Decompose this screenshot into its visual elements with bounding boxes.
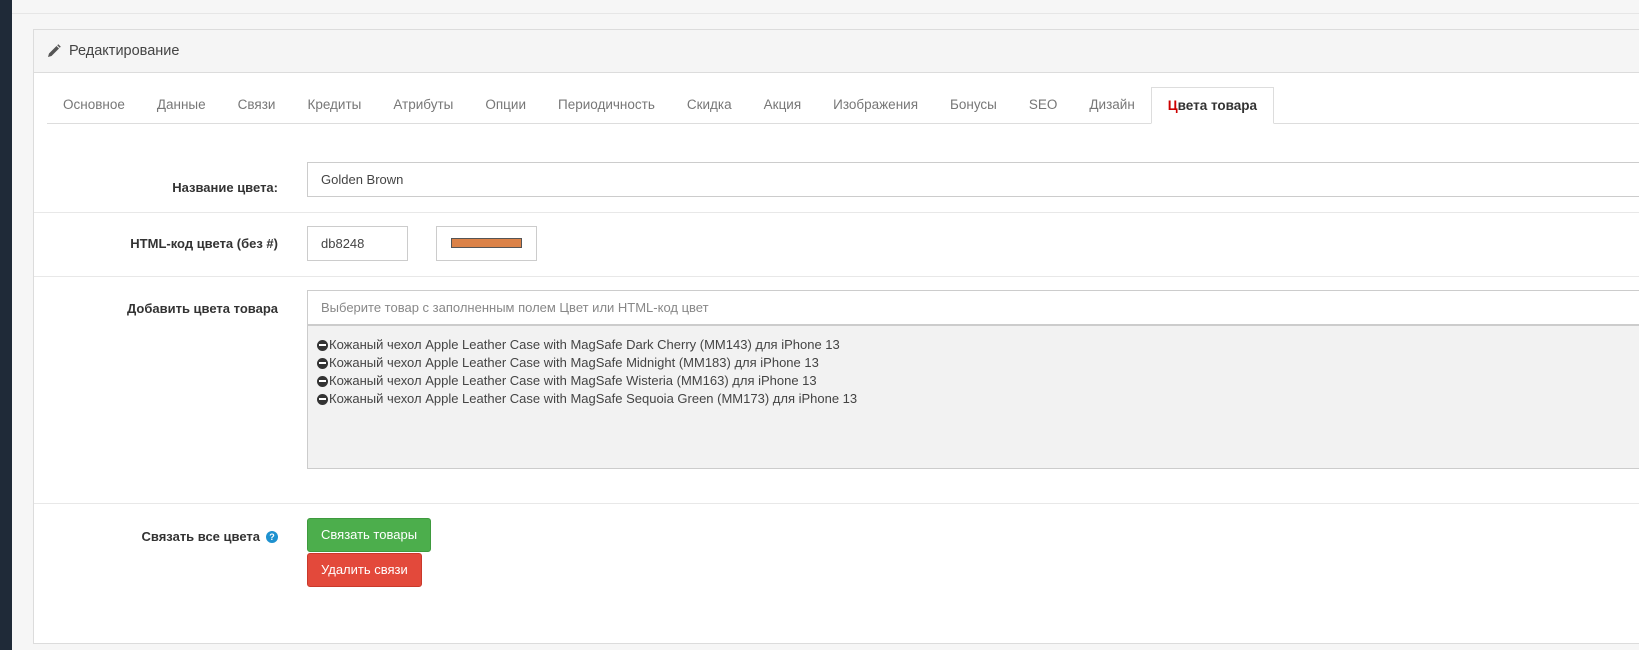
tab-recurring[interactable]: Периодичность (542, 87, 671, 123)
form-row-color-name: Название цвета: Golden Brown (34, 124, 1639, 213)
product-name: Кожаный чехол Apple Leather Case with Ma… (329, 373, 817, 388)
help-icon[interactable]: ? (266, 531, 278, 543)
tab-bar: Основное Данные Связи Кредиты Атрибуты О… (47, 87, 1639, 124)
color-preview-box[interactable] (436, 226, 537, 261)
add-colors-label: Добавить цвета товара (126, 301, 278, 316)
tab-seo[interactable]: SEO (1013, 87, 1074, 123)
product-name: Кожаный чехол Apple Leather Case with Ma… (329, 355, 819, 370)
tab-images[interactable]: Изображения (817, 87, 934, 123)
tab-basic[interactable]: Основное (47, 87, 141, 123)
tab-links[interactable]: Связи (222, 87, 292, 123)
product-name: Кожаный чехол Apple Leather Case with Ma… (329, 337, 840, 352)
remove-links-button[interactable]: Удалить связи (307, 553, 422, 587)
color-swatch (451, 238, 522, 248)
tab-options[interactable]: Опции (469, 87, 542, 123)
tab-credits[interactable]: Кредиты (291, 87, 377, 123)
tab-design[interactable]: Дизайн (1073, 87, 1150, 123)
link-all-label: Связать все цвета? (141, 529, 278, 544)
list-item: Кожаный чехол Apple Leather Case with Ma… (317, 354, 1639, 372)
remove-icon[interactable] (317, 393, 328, 405)
tab-special[interactable]: Акция (748, 87, 818, 123)
list-item: Кожаный чехол Apple Leather Case with Ma… (317, 372, 1639, 390)
product-search-placeholder: Выберите товар с заполненным полем Цвет … (321, 300, 709, 315)
edit-panel: Редактирование Основное Данные Связи Кре… (33, 29, 1639, 644)
tab-label-rest: вета товара (1177, 98, 1258, 113)
link-all-label-text: Связать все цвета (141, 529, 261, 544)
form-row-html-code: HTML-код цвета (без #) db8248 (34, 212, 1639, 277)
panel-title: Редактирование (69, 43, 180, 59)
html-code-label: HTML-код цвета (без #) (130, 236, 278, 251)
tab-bonuses[interactable]: Бонусы (934, 87, 1013, 123)
tab-label-first-letter: Ц (1167, 98, 1178, 113)
list-item: Кожаный чехол Apple Leather Case with Ma… (317, 336, 1639, 354)
link-products-button[interactable]: Связать товары (307, 518, 432, 552)
tab-data[interactable]: Данные (141, 87, 222, 123)
panel-heading: Редактирование (34, 30, 1639, 73)
remove-icon[interactable] (317, 339, 328, 351)
product-list: Кожаный чехол Apple Leather Case with Ma… (307, 325, 1639, 469)
tab-product-colors[interactable]: Цвета товара (1150, 87, 1275, 124)
color-name-label: Название цвета: (172, 180, 278, 195)
form-row-link-all: Связать все цвета? Связать товары Удалит… (34, 503, 1639, 643)
color-name-input[interactable]: Golden Brown (307, 162, 1639, 197)
remove-icon[interactable] (317, 375, 328, 387)
product-search-input[interactable]: Выберите товар с заполненным полем Цвет … (307, 290, 1639, 325)
left-sidebar-strip (0, 0, 12, 650)
top-bar (12, 0, 1639, 14)
html-code-input[interactable]: db8248 (307, 226, 408, 261)
tab-discount[interactable]: Скидка (671, 87, 748, 123)
pencil-icon (47, 44, 61, 58)
form-row-add-colors: Добавить цвета товара Выберите товар с з… (34, 276, 1639, 504)
remove-icon[interactable] (317, 357, 328, 369)
tab-attributes[interactable]: Атрибуты (377, 87, 469, 123)
product-name: Кожаный чехол Apple Leather Case with Ma… (329, 391, 858, 406)
list-item: Кожаный чехол Apple Leather Case with Ma… (317, 390, 1639, 408)
